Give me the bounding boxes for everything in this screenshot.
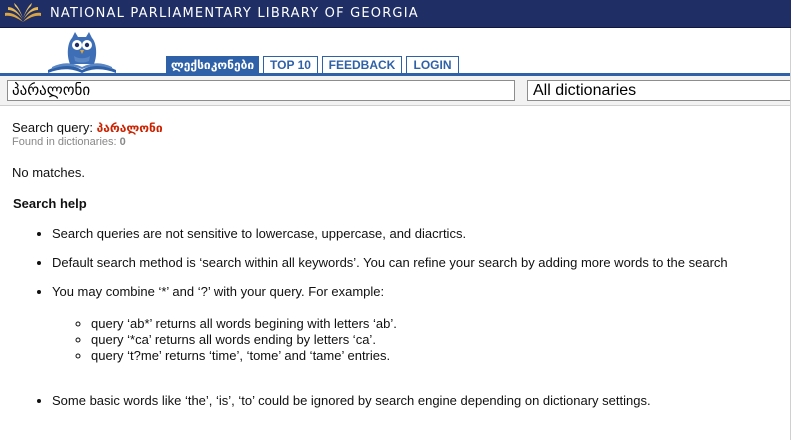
owl-on-book-logo-icon[interactable] bbox=[44, 28, 120, 74]
wildcard-examples-list: query ‘ab*’ returns all words begining w… bbox=[52, 316, 791, 363]
help-item-wildcards: You may combine ‘*’ and ‘?’ with your qu… bbox=[52, 284, 791, 363]
search-input[interactable]: პარალონი bbox=[7, 80, 515, 101]
search-query-label: Search query: bbox=[12, 120, 93, 135]
no-matches-message: No matches. bbox=[12, 165, 85, 180]
search-query-value: პარალონი bbox=[96, 121, 163, 135]
example-item: query ‘ab*’ returns all words begining w… bbox=[91, 316, 791, 331]
search-query-line: Search query: პარალონი bbox=[12, 120, 791, 135]
help-item: Some basic words like ‘the’, ‘is’, ‘to’ … bbox=[52, 393, 791, 408]
found-count: 0 bbox=[119, 136, 126, 148]
search-bar: პარალონი All dictionaries bbox=[0, 76, 791, 106]
help-item: Default search method is ‘search within … bbox=[52, 255, 791, 270]
help-item-text: You may combine ‘*’ and ‘?’ with your qu… bbox=[52, 284, 385, 299]
dictionary-select[interactable]: All dictionaries bbox=[527, 80, 791, 101]
search-help-list: Search queries are not sensitive to lowe… bbox=[12, 226, 791, 408]
help-item: Search queries are not sensitive to lowe… bbox=[52, 226, 791, 241]
tab-feedback[interactable]: FEEDBACK bbox=[322, 56, 402, 73]
library-book-logo-icon bbox=[5, 3, 41, 22]
tab-login[interactable]: LOGIN bbox=[406, 56, 459, 73]
tab-dictionaries[interactable]: ლექსიკონები bbox=[166, 56, 259, 73]
top-banner: NATIONAL PARLIAMENTARY LIBRARY OF GEORGI… bbox=[0, 0, 791, 28]
example-item: query ‘*ca’ returns all words ending by … bbox=[91, 332, 791, 347]
found-label: Found in dictionaries: bbox=[12, 136, 117, 148]
results-content: Search query: პარალონი Found in dictiona… bbox=[12, 120, 791, 422]
found-in-dictionaries: Found in dictionaries: 0 bbox=[12, 136, 791, 148]
search-help-title: Search help bbox=[13, 196, 87, 211]
example-item: query ‘t?me’ returns ‘time’, ‘tome’ and … bbox=[91, 348, 791, 363]
site-title: NATIONAL PARLIAMENTARY LIBRARY OF GEORGI… bbox=[50, 6, 419, 21]
tab-top-10[interactable]: TOP 10 bbox=[263, 56, 318, 73]
